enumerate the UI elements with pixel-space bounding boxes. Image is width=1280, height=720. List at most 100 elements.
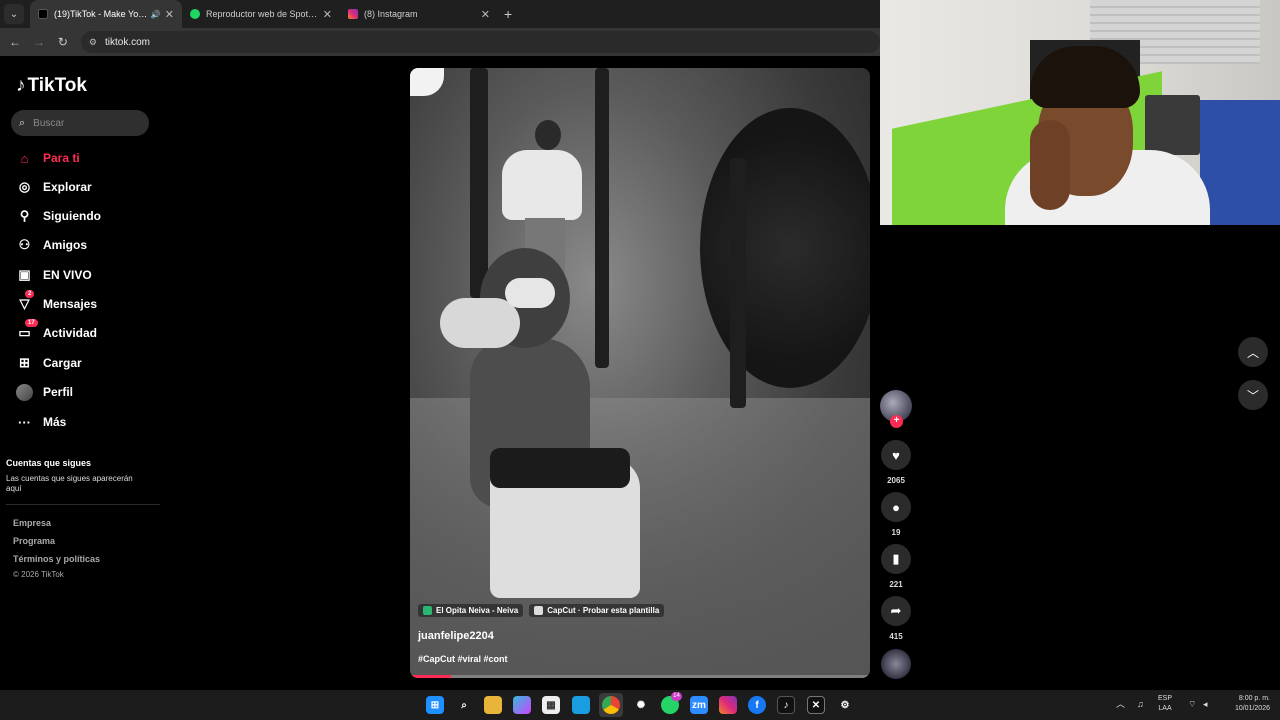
copyright: © 2026 TikTok bbox=[13, 570, 64, 579]
video-frame-person bbox=[535, 120, 561, 150]
wifi-icon[interactable]: ⌔ bbox=[1188, 699, 1196, 709]
sidebar-item-actividad[interactable]: ▭ 17 Actividad bbox=[16, 318, 98, 344]
x-icon[interactable]: ✕ bbox=[807, 696, 825, 714]
video-sticker bbox=[410, 68, 444, 96]
music-disc-icon[interactable] bbox=[881, 649, 911, 679]
video-chips: El Opita Neiva - Neiva CapCut · Probar e… bbox=[418, 604, 665, 617]
messages-badge: 2 bbox=[25, 289, 35, 298]
video-player[interactable]: El Opita Neiva - Neiva CapCut · Probar e… bbox=[410, 68, 870, 678]
sidebar-item-label: Siguiendo bbox=[43, 209, 101, 223]
next-video-button[interactable]: ﹀ bbox=[1238, 380, 1268, 410]
close-tab-icon[interactable]: ✕ bbox=[165, 8, 174, 21]
tab-instagram[interactable]: (8) Instagram ✕ bbox=[340, 0, 498, 28]
sidebar-item-en-vivo[interactable]: ▣ EN VIVO bbox=[16, 264, 92, 286]
settings-icon[interactable]: ⚙ bbox=[836, 696, 854, 714]
forward-icon[interactable]: → bbox=[27, 35, 51, 49]
sidebar-item-label: Para ti bbox=[43, 151, 80, 165]
address-bar: ← → ↻ ⚙ tiktok.com bbox=[0, 28, 880, 56]
friends-icon: ⚇ bbox=[18, 237, 31, 252]
instagram-icon[interactable] bbox=[719, 696, 737, 714]
like-button[interactable]: ♥ bbox=[881, 440, 911, 470]
video-frame-foliage bbox=[700, 108, 870, 388]
back-icon[interactable]: ← bbox=[3, 35, 27, 49]
sidebar-item-mensajes[interactable]: ▽ 2 Mensajes bbox=[16, 289, 97, 315]
sidebar-item-label: EN VIVO bbox=[43, 268, 92, 282]
messages-icon: ▽ 2 bbox=[16, 289, 35, 313]
sidebar-item-para-ti[interactable]: ⌂ Para ti bbox=[16, 147, 80, 169]
sidebar-item-perfil[interactable]: Perfil bbox=[16, 381, 73, 403]
tab-tiktok[interactable]: (19)TikTok - Make Your Day 🔊 ✕ bbox=[30, 0, 182, 28]
windows-start-icon[interactable]: ⊞ bbox=[426, 696, 444, 714]
sidebar-item-siguiendo[interactable]: ⚲ Siguiendo bbox=[16, 205, 101, 227]
sidebar-item-label: Cargar bbox=[43, 356, 82, 370]
volume-icon[interactable]: ◂ bbox=[1203, 699, 1208, 709]
comment-count: 19 bbox=[891, 528, 901, 537]
capcut-icon bbox=[534, 606, 544, 615]
new-tab-icon[interactable]: + bbox=[504, 6, 512, 22]
sidebar-item-amigos[interactable]: ⚇ Amigos bbox=[16, 234, 87, 256]
video-frame-glove bbox=[440, 298, 520, 348]
save-count: 221 bbox=[889, 580, 903, 589]
comment-button[interactable]: ● bbox=[881, 492, 911, 522]
video-frame-tree bbox=[730, 158, 746, 408]
edge-icon[interactable] bbox=[572, 696, 590, 714]
site-info-icon[interactable]: ⚙ bbox=[89, 37, 97, 48]
footer-link-programa[interactable]: Programa bbox=[13, 536, 55, 546]
following-title: Cuentas que sigues bbox=[6, 458, 92, 468]
url-text: tiktok.com bbox=[104, 36, 150, 48]
clock[interactable]: 8:00 p. m. 10/01/2026 bbox=[1226, 694, 1270, 714]
close-tab-icon[interactable]: ✕ bbox=[481, 8, 490, 21]
tiktok-icon[interactable]: ♪ bbox=[777, 696, 795, 714]
instagram-favicon-icon bbox=[348, 9, 358, 19]
save-button[interactable]: ▮ bbox=[881, 544, 911, 574]
sidebar-item-label: Actividad bbox=[43, 326, 98, 340]
share-button[interactable]: ➦ bbox=[881, 596, 911, 626]
screen: ⌄ (19)TikTok - Make Your Day 🔊 ✕ Reprodu… bbox=[0, 0, 1280, 720]
video-frame-tree bbox=[595, 68, 609, 368]
facebook-icon[interactable]: f bbox=[748, 696, 766, 714]
activity-icon: ▭ 17 bbox=[16, 318, 38, 342]
activity-badge: 17 bbox=[25, 318, 38, 327]
follow-plus-icon[interactable]: + bbox=[890, 415, 903, 428]
compass-icon: ◎ bbox=[18, 179, 31, 194]
search-icon[interactable]: ⌕ bbox=[455, 696, 473, 714]
clock-date: 10/01/2026 bbox=[1234, 705, 1270, 712]
video-progress-bar[interactable] bbox=[410, 675, 870, 678]
microphone-icon[interactable]: ♫ bbox=[1137, 699, 1144, 709]
footer-link-terminos[interactable]: Términos y políticas bbox=[13, 554, 100, 564]
capcut-chip[interactable]: CapCut · Probar esta plantilla bbox=[529, 604, 665, 617]
tab-title: (8) Instagram bbox=[364, 9, 418, 19]
video-author[interactable]: juanfelipe2204 bbox=[418, 630, 494, 642]
tray-overflow-icon[interactable]: ︿ bbox=[1116, 699, 1125, 709]
video-hashtags[interactable]: #CapCut #viral #cont bbox=[418, 654, 508, 664]
sidebar-item-cargar[interactable]: ⊞ Cargar bbox=[16, 352, 82, 374]
reload-icon[interactable]: ↻ bbox=[51, 35, 75, 49]
language-indicator[interactable]: ESP LAA bbox=[1158, 694, 1172, 714]
sidebar-item-mas[interactable]: ··· Más bbox=[16, 411, 66, 433]
zoom-icon[interactable]: zm bbox=[690, 696, 708, 714]
footer-link-empresa[interactable]: Empresa bbox=[13, 518, 51, 528]
url-field[interactable]: ⚙ tiktok.com bbox=[80, 31, 880, 53]
previous-video-button[interactable]: ︿ bbox=[1238, 337, 1268, 367]
chatgpt-icon[interactable]: ✺ bbox=[632, 696, 650, 714]
close-tab-icon[interactable]: ✕ bbox=[323, 8, 332, 21]
chevron-down-icon: ﹀ bbox=[1246, 388, 1259, 403]
audio-playing-icon[interactable]: 🔊 bbox=[151, 10, 161, 19]
sidebar-item-label: Explorar bbox=[43, 180, 92, 194]
copilot-icon[interactable] bbox=[513, 696, 531, 714]
sidebar-item-explorar[interactable]: ◎ Explorar bbox=[16, 176, 92, 198]
tab-search-icon[interactable]: ⌄ bbox=[4, 4, 24, 24]
tiktok-logo[interactable]: ♪ TikTok bbox=[16, 75, 87, 97]
tiktok-note-icon: ♪ bbox=[16, 75, 26, 96]
whatsapp-badge: 14 bbox=[671, 692, 682, 701]
browser-tab-bar: ⌄ (19)TikTok - Make Your Day 🔊 ✕ Reprodu… bbox=[0, 0, 880, 28]
windows-taskbar: ⊞ ⌕ ▦ ✺ 14 zm f ♪ ✕ ⚙ ︿ ♫ ESP LAA ⌔ ◂ 8:… bbox=[0, 690, 1280, 720]
store-icon[interactable]: ▦ bbox=[542, 696, 560, 714]
following-subtitle: Las cuentas que sigues aparecerán aquí bbox=[6, 474, 133, 493]
tab-spotify[interactable]: Reproductor web de Spotify: m ✕ bbox=[182, 0, 340, 28]
file-explorer-icon[interactable] bbox=[484, 696, 502, 714]
chrome-icon[interactable] bbox=[602, 696, 620, 714]
tab-title: Reproductor web de Spotify: m bbox=[206, 9, 319, 19]
location-chip[interactable]: El Opita Neiva - Neiva bbox=[418, 604, 524, 617]
search-input[interactable]: ⌕ Buscar bbox=[11, 110, 149, 136]
